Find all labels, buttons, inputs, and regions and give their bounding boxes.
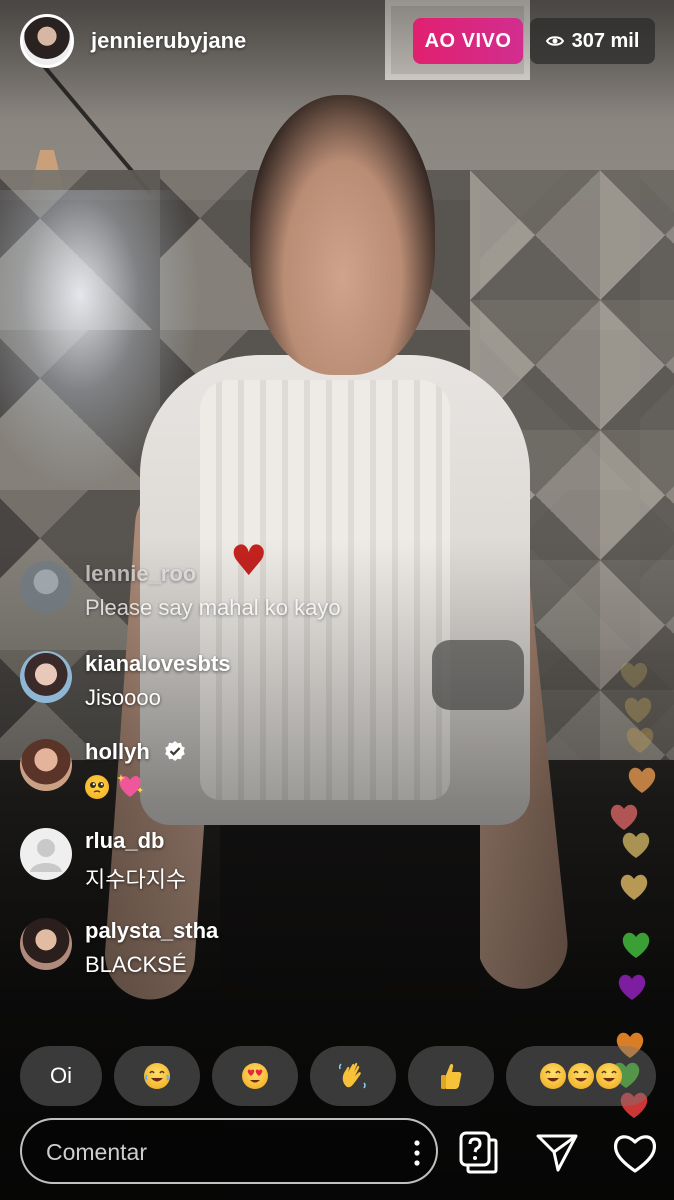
verified-badge-icon	[165, 741, 185, 761]
comment-text: 지수다지수	[85, 867, 187, 892]
floating-heart-icon	[628, 767, 656, 793]
quick-reaction-button[interactable]	[506, 1046, 656, 1106]
comment: lennie_roo Please say mahal ko kayo	[20, 555, 440, 625]
floating-heart-icon	[618, 974, 646, 1000]
viewer-count-button[interactable]: 307 mil	[530, 18, 655, 64]
commenter-avatar[interactable]	[20, 918, 72, 970]
commenter-avatar[interactable]	[20, 651, 72, 703]
heart-like-icon[interactable]	[612, 1132, 658, 1174]
quick-reaction-oi-button[interactable]: Oi	[20, 1046, 102, 1106]
quick-reaction-button[interactable]	[114, 1046, 200, 1106]
thumbs-up-emoji-icon	[441, 1063, 462, 1089]
tears-of-joy-emoji-icon	[540, 1063, 566, 1089]
viewer-count: 307 mil	[571, 29, 640, 52]
pleading-face-emoji-icon	[85, 775, 109, 799]
comment-username[interactable]: kianalovesbts	[85, 651, 231, 677]
quick-reaction-label: Oi	[50, 1063, 72, 1088]
floating-heart-icon	[620, 662, 648, 688]
comment: kianalovesbts Jisoooo	[20, 645, 440, 715]
person-head	[250, 95, 435, 375]
tears-of-joy-emoji-icon	[568, 1063, 594, 1089]
floating-heart-icon	[626, 727, 654, 753]
comment-username[interactable]: palysta_stha	[85, 918, 218, 944]
comment-text: Please say mahal ko kayo	[85, 595, 341, 620]
comment-text	[85, 773, 145, 800]
commenter-avatar[interactable]	[20, 561, 72, 613]
heart-eyes-emoji-icon	[242, 1063, 268, 1089]
comment: rlua_db 지수다지수	[20, 822, 440, 892]
tears-of-joy-emoji-icon	[596, 1063, 622, 1089]
quick-reaction-button[interactable]	[212, 1046, 298, 1106]
more-options-icon[interactable]	[412, 1138, 422, 1168]
floating-heart-icon	[622, 832, 650, 858]
floating-heart-icon	[620, 874, 648, 900]
comment-text: BLACKSÉ	[85, 952, 187, 977]
waving-hand-emoji-icon	[338, 1062, 366, 1089]
default-avatar-icon[interactable]	[20, 828, 72, 880]
live-header: jennierubyjane AO VIVO 307 mil	[0, 0, 674, 84]
comment-username[interactable]: lennie_roo	[85, 561, 196, 587]
send-direct-icon[interactable]	[536, 1132, 578, 1172]
tears-of-joy-triple-emoji-icon	[540, 1063, 622, 1089]
comment-username[interactable]: rlua_db	[85, 828, 164, 854]
eye-icon	[545, 36, 564, 46]
comment-composer[interactable]	[20, 1118, 438, 1184]
live-badge: AO VIVO	[413, 18, 523, 64]
host-avatar[interactable]	[20, 14, 74, 68]
commenter-avatar[interactable]	[20, 739, 72, 791]
sparkling-heart-emoji-icon	[117, 774, 144, 797]
comment-username[interactable]: hollyh	[85, 739, 186, 765]
floating-heart-icon	[622, 932, 650, 958]
comment: hollyh	[20, 733, 440, 803]
comment: palysta_stha BLACKSÉ	[20, 912, 440, 982]
quick-reaction-button[interactable]	[310, 1046, 396, 1106]
comment-username-text: hollyh	[85, 739, 150, 764]
tears-of-joy-emoji-icon	[144, 1063, 170, 1089]
comment-input[interactable]	[46, 1134, 366, 1170]
floating-heart-icon	[610, 804, 638, 830]
questions-icon[interactable]	[458, 1130, 498, 1174]
host-username[interactable]: jennierubyjane	[91, 28, 246, 54]
quick-reactions-row: Oi	[20, 1046, 674, 1106]
comment-text: Jisoooo	[85, 685, 161, 710]
quick-reaction-button[interactable]	[408, 1046, 494, 1106]
floating-heart-icon	[624, 697, 652, 723]
